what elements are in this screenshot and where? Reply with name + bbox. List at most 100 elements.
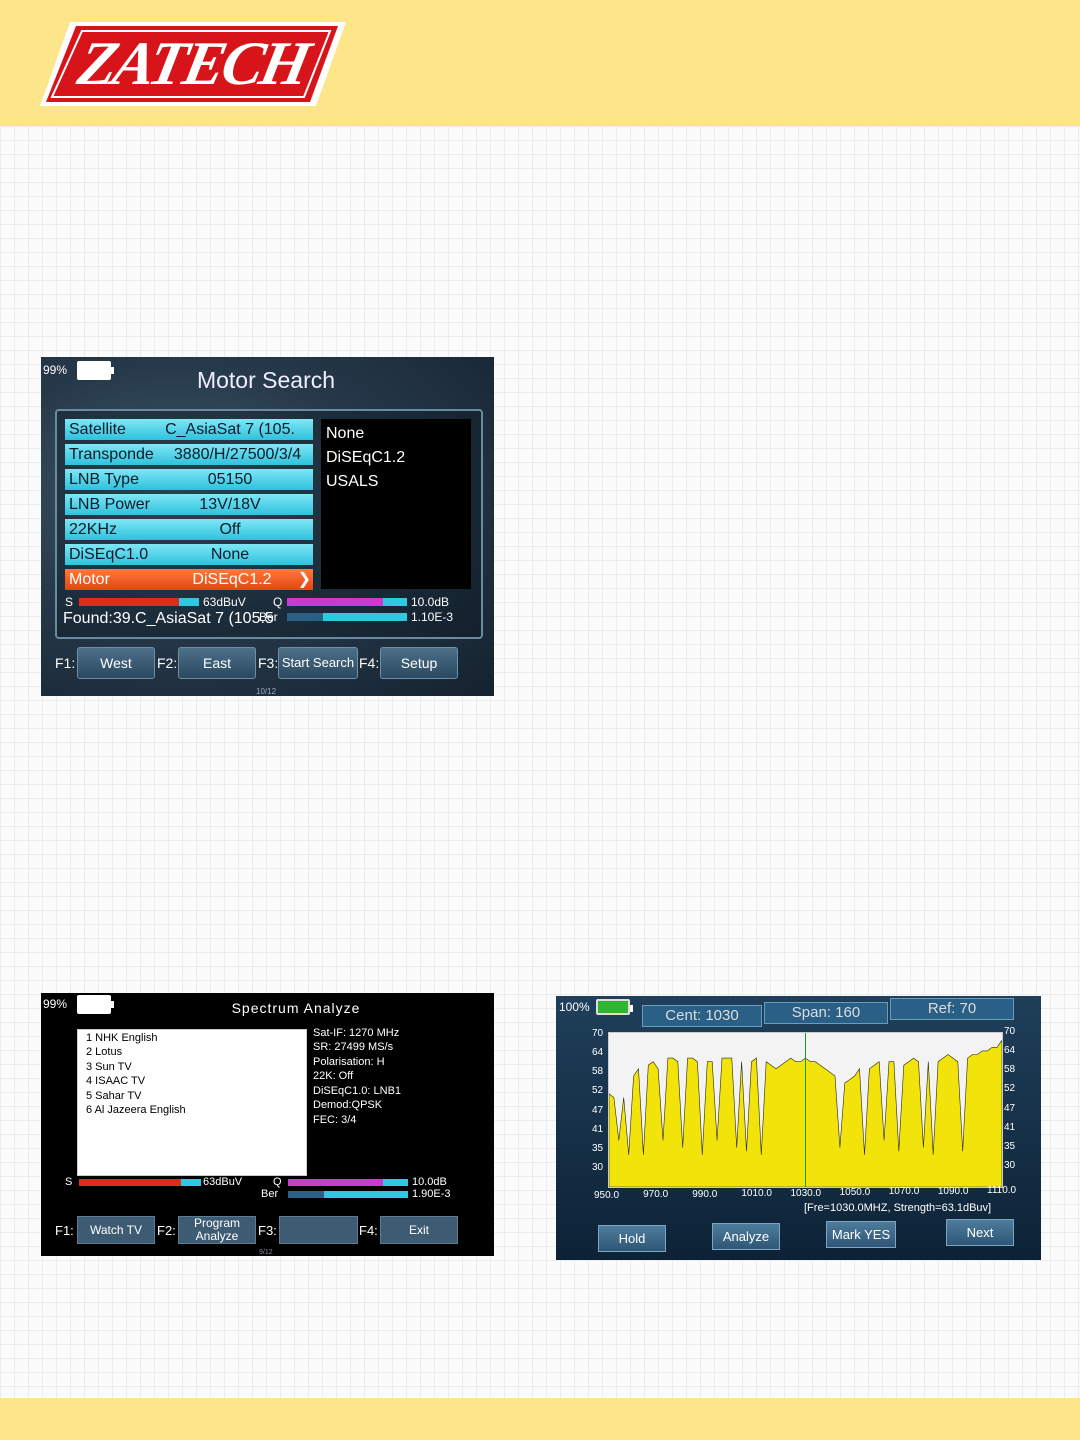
f1-label: F1: (55, 655, 76, 671)
west-button[interactable]: West (77, 647, 155, 679)
f4-label: F4: (359, 1223, 378, 1238)
motor-search-screen: 99% Motor Search Satellite C_AsiaSat 7 (1… (41, 357, 494, 696)
f3-label: F3: (258, 655, 279, 671)
x-tick-label: 1110.0 (987, 1185, 1017, 1197)
row-satellite[interactable]: Satellite C_AsiaSat 7 (105. (65, 419, 313, 440)
quality-bar (287, 598, 383, 606)
row-label: DiSEqC1.0 (69, 546, 149, 563)
spectrum-svg (608, 1033, 1003, 1188)
y-tick-label: 64 (1004, 1045, 1016, 1057)
page-title: Motor Search (196, 367, 336, 393)
list-item[interactable]: 5 Sahar TV (86, 1090, 141, 1102)
q-label: Q (273, 1176, 282, 1188)
info-demod: Demod:QPSK (313, 1099, 383, 1111)
row-label: LNB Power (69, 496, 150, 513)
setup-button[interactable]: Setup (380, 647, 458, 679)
logo-text: ZATECH (72, 29, 314, 98)
strength-bar-tail (181, 1179, 201, 1186)
row-label: Motor (69, 571, 110, 588)
spectrum-analyze-screen: 99% Spectrum Analyze 1 NHK English 2 Lot… (41, 993, 494, 1256)
q-value: 10.0dB (411, 595, 450, 609)
row-label: Transponde (69, 446, 154, 463)
battery-icon (596, 999, 633, 1015)
option-none[interactable]: None (326, 425, 364, 443)
quality-bar (288, 1179, 383, 1186)
strength-bar (79, 1179, 181, 1186)
f1-label: F1: (55, 1223, 74, 1238)
list-item[interactable]: 6 Al Jazeera English (86, 1104, 186, 1116)
marker-readout: [Fre=1030.0MHZ, Strength=63.1dBuv] (804, 1202, 992, 1214)
mark-yes-button[interactable]: Mark YES (826, 1221, 896, 1248)
found-status: Found:39.C_AsiaSat 7 (105.5 (63, 610, 274, 627)
row-value: 3880/H/27500/3/4 (173, 446, 302, 463)
y-tick-label: 41 (1004, 1121, 1016, 1133)
x-tick-label: 950.0 (594, 1190, 620, 1201)
y-tick-label: 41 (592, 1123, 604, 1135)
start-search-button[interactable]: Start Search (278, 647, 358, 679)
chevron-right-icon: ❯ (297, 571, 311, 588)
list-item[interactable]: 4 ISAAC TV (86, 1075, 145, 1087)
ber-label: Ber (259, 610, 278, 624)
y-tick-label: 35 (1004, 1140, 1016, 1152)
zatech-logo: ZATECH (40, 20, 346, 108)
row-transponder[interactable]: Transponde 3880/H/27500/3/4 (65, 444, 313, 465)
row-label: LNB Type (69, 471, 139, 488)
list-item[interactable]: 3 Sun TV (86, 1061, 132, 1073)
row-diseqc10[interactable]: DiSEqC1.0 None (65, 544, 313, 565)
quality-bar-tail (383, 598, 407, 606)
battery-percent: 99% (43, 997, 68, 1011)
y-tick-label: 47 (592, 1104, 604, 1116)
row-motor[interactable]: Motor DiSEqC1.2 ❯ (65, 569, 313, 590)
quality-bar-tail (383, 1179, 408, 1186)
list-item[interactable]: 1 NHK English (86, 1032, 158, 1044)
footer-band (0, 1398, 1080, 1440)
battery-percent: 100% (559, 1000, 590, 1014)
option-diseqc12[interactable]: DiSEqC1.2 (326, 449, 405, 467)
s-value: 63dBuV (203, 595, 246, 609)
row-lnb-type[interactable]: LNB Type 05150 (65, 469, 313, 490)
f2-label: F2: (157, 655, 178, 671)
row-value: Off (219, 521, 241, 538)
list-item[interactable]: 2 Lotus (86, 1046, 122, 1058)
option-usals[interactable]: USALS (326, 473, 378, 491)
strength-bar-tail (179, 598, 199, 606)
row-22khz[interactable]: 22KHz Off (65, 519, 313, 540)
f4-label: F4: (359, 655, 380, 671)
row-value: 05150 (207, 471, 253, 488)
y-tick-label: 35 (592, 1142, 604, 1154)
span-tab[interactable]: Span: 160 (764, 1002, 888, 1024)
battery-icon (77, 995, 114, 1014)
watch-tv-button[interactable]: Watch TV (77, 1216, 155, 1244)
info-sat-if: Sat-IF: 1270 MHz (313, 1027, 400, 1039)
program-analyze-button[interactable]: Program Analyze (178, 1216, 256, 1244)
ber-bar (323, 613, 407, 621)
battery-icon (77, 361, 114, 380)
settings-panel: Satellite C_AsiaSat 7 (105. Transponde 388… (55, 409, 483, 639)
row-value: C_AsiaSat 7 (105. (165, 421, 295, 438)
f3-button[interactable] (279, 1216, 358, 1244)
spectrum-plot (608, 1032, 1003, 1188)
row-value: None (210, 546, 250, 563)
row-lnb-power[interactable]: LNB Power 13V/18V (65, 494, 313, 515)
analyze-button[interactable]: Analyze (712, 1223, 780, 1250)
y-tick-label: 58 (592, 1066, 604, 1078)
strength-bar (79, 598, 179, 606)
ber-value: 1.10E-3 (411, 610, 454, 624)
x-tick-label: 990.0 (692, 1188, 718, 1200)
info-22k: 22K: Off (313, 1070, 354, 1082)
next-button[interactable]: Next (946, 1219, 1014, 1246)
east-button[interactable]: East (178, 647, 256, 679)
y-tick-label: 70 (592, 1028, 604, 1039)
y-tick-label: 58 (1004, 1064, 1016, 1076)
row-label: Satellite (69, 421, 126, 438)
x-tick-label: 1010.0 (741, 1188, 772, 1200)
motor-options-list: None DiSEqC1.2 USALS (321, 419, 471, 589)
x-tick-label: 1070.0 (888, 1186, 920, 1198)
hold-button[interactable]: Hold (598, 1225, 666, 1252)
x-tick-label: 970.0 (643, 1189, 669, 1201)
page-indicator: 9/12 (259, 1249, 273, 1256)
exit-button[interactable]: Exit (380, 1216, 458, 1244)
reference-tab[interactable]: Ref: 70 (890, 998, 1014, 1020)
center-frequency-tab[interactable]: Cent: 1030 (642, 1005, 762, 1027)
info-polarisation: Polarisation: H (313, 1056, 385, 1068)
